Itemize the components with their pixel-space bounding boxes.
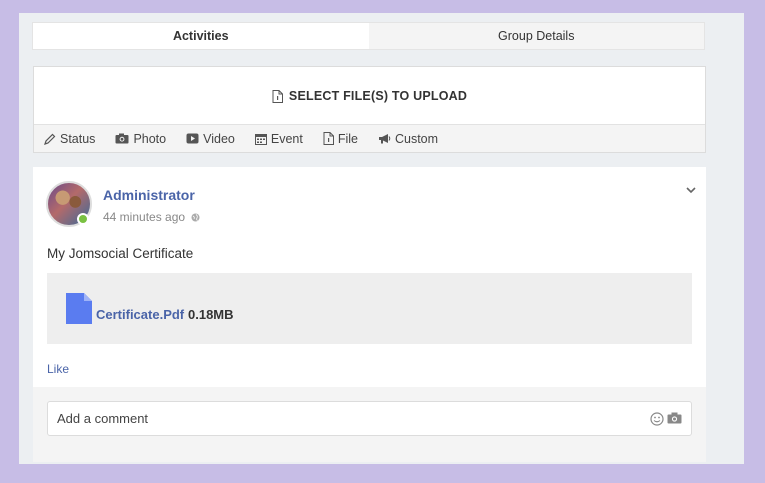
tab-group-details[interactable]: Group Details <box>369 23 705 49</box>
attachment-file-name[interactable]: Certificate.Pdf <box>96 307 184 322</box>
activity-panel: Activities Group Details SELECT FILE(S) … <box>19 13 744 464</box>
file-attachment: Certificate.Pdf 0.18MB <box>47 273 692 344</box>
globe-icon <box>191 213 200 221</box>
post-composer: SELECT FILE(S) TO UPLOAD Status Photo Vi… <box>33 66 706 153</box>
comment-section <box>33 387 706 462</box>
post-text: My Jomsocial Certificate <box>47 246 194 261</box>
post-time: 44 minutes ago <box>103 210 186 224</box>
composer-tab-video[interactable]: Video <box>186 132 235 146</box>
camera-icon <box>115 133 129 144</box>
composer-tab-label: Photo <box>133 131 167 146</box>
like-button[interactable]: Like <box>47 362 69 376</box>
online-status-dot <box>77 213 89 225</box>
tab-activities[interactable]: Activities <box>33 23 369 49</box>
composer-tab-label: Status <box>60 131 96 146</box>
megaphone-icon <box>378 134 391 144</box>
composer-tab-file[interactable]: File <box>323 132 358 146</box>
composer-tab-label: Event <box>270 131 303 146</box>
comment-camera-icon[interactable] <box>667 412 682 424</box>
composer-tab-photo[interactable]: Photo <box>115 132 166 146</box>
composer-tab-label: Custom <box>394 131 439 146</box>
comment-input[interactable] <box>48 402 638 435</box>
emoji-icon[interactable] <box>650 412 664 426</box>
group-tabs: Activities Group Details <box>32 22 705 50</box>
calendar-icon <box>254 133 267 145</box>
file-upload-icon <box>272 89 283 103</box>
upload-label: SELECT FILE(S) TO UPLOAD <box>288 89 468 103</box>
activity-post: Administrator 44 minutes ago My Jomsocia… <box>33 167 706 462</box>
attachment-file-size: 0.18MB <box>188 307 234 322</box>
pencil-icon <box>44 133 56 145</box>
upload-files-button[interactable]: SELECT FILE(S) TO UPLOAD <box>34 67 705 125</box>
file-icon <box>323 132 334 145</box>
comment-box <box>47 401 692 436</box>
video-icon <box>186 133 199 144</box>
post-author[interactable]: Administrator <box>103 187 195 203</box>
post-meta: 44 minutes ago <box>103 210 200 224</box>
post-options-chevron-down-icon[interactable] <box>686 181 696 199</box>
composer-type-tabs: Status Photo Video Event File Custom <box>34 124 705 152</box>
composer-tab-custom[interactable]: Custom <box>378 132 438 146</box>
document-icon <box>66 293 92 324</box>
composer-tab-event[interactable]: Event <box>254 131 303 146</box>
composer-tab-status[interactable]: Status <box>44 132 95 146</box>
composer-tab-label: File <box>337 131 358 146</box>
composer-tab-label: Video <box>203 131 235 146</box>
